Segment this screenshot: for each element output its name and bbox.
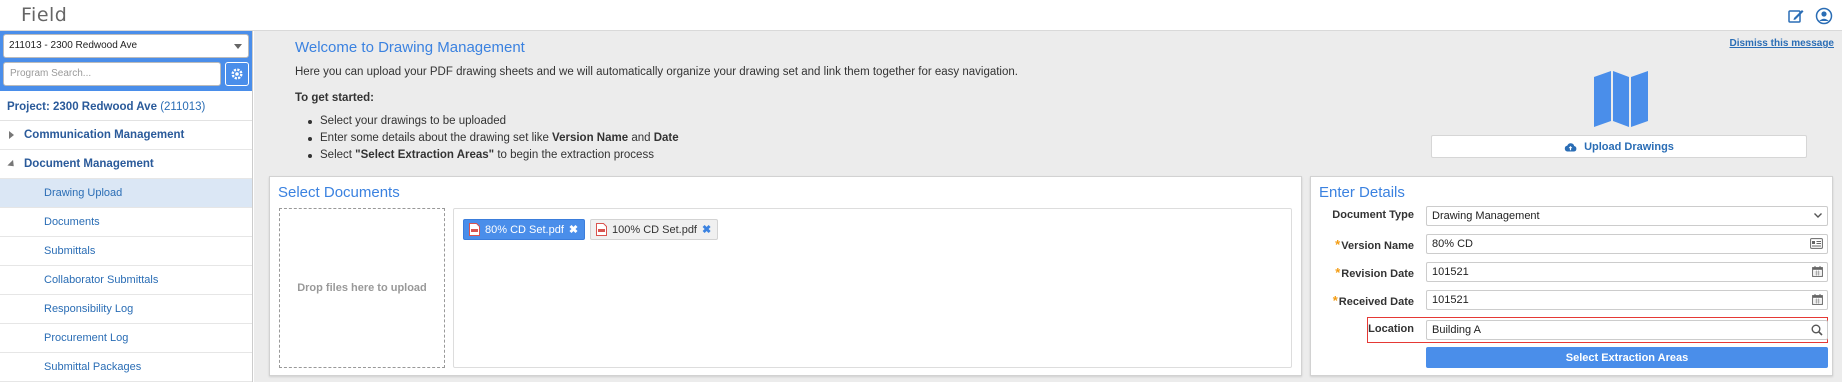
getting-started-heading: To get started:: [295, 92, 375, 104]
upload-drawings-button[interactable]: Upload Drawings: [1431, 135, 1807, 158]
step-bold: "Select Extraction Areas": [355, 149, 495, 161]
nav-section-communication[interactable]: Communication Management: [0, 121, 252, 150]
location-label: Location: [1368, 323, 1414, 335]
chevron-down-icon: [1814, 213, 1822, 218]
nav-section-label: Document Management: [24, 158, 154, 170]
document-type-value: Drawing Management: [1432, 210, 1540, 222]
cloud-upload-icon: [1564, 142, 1577, 151]
step-text: Select your drawings to be uploaded: [320, 115, 507, 127]
enter-details-title: Enter Details: [1319, 184, 1405, 201]
version-name-row: *Version Name 80% CD: [1319, 234, 1828, 254]
nav-section-label: Communication Management: [24, 129, 185, 141]
calendar-icon: [1812, 294, 1823, 305]
sidebar-header: 211013 - 2300 Redwood Ave Program Search…: [0, 31, 252, 91]
select-documents-title: Select Documents: [278, 184, 400, 201]
file-name: 80% CD Set.pdf: [485, 223, 564, 236]
version-name-input[interactable]: 80% CD: [1426, 234, 1828, 254]
sidebar-item-collaborator-submittals[interactable]: Collaborator Submittals: [0, 266, 252, 295]
collapse-icon: [7, 159, 17, 170]
enter-details-panel: Enter Details Document Type Drawing Mana…: [1310, 176, 1833, 376]
required-marker: *: [1335, 265, 1341, 280]
id-card-icon: [1810, 238, 1823, 249]
search-icon: [1811, 324, 1823, 336]
steps-list: Select your drawings to be uploaded Ente…: [308, 113, 679, 164]
received-date-label: *Received Date: [1333, 293, 1414, 308]
step-item: Enter some details about the drawing set…: [308, 130, 679, 147]
remove-file-icon[interactable]: ✖: [569, 223, 578, 236]
map-icon: [1592, 69, 1650, 132]
dropzone-label: Drop files here to upload: [297, 282, 427, 294]
version-name-label: *Version Name: [1335, 237, 1414, 252]
settings-button[interactable]: [225, 62, 249, 86]
version-name-label-text: Version Name: [1341, 240, 1414, 252]
revision-date-label: *Revision Date: [1335, 265, 1414, 280]
file-chip-80cd[interactable]: 80% CD Set.pdf ✖: [463, 219, 586, 240]
location-value: Building A: [1432, 324, 1481, 336]
file-name: 100% CD Set.pdf: [612, 223, 697, 236]
document-type-row: Document Type Drawing Management: [1319, 206, 1828, 226]
sidebar-item-submittals[interactable]: Submittals: [0, 237, 252, 266]
select-documents-panel: Select Documents Drop files here to uplo…: [269, 176, 1302, 376]
step-item: Select "Select Extraction Areas" to begi…: [308, 147, 679, 164]
sidebar-item-documents[interactable]: Documents: [0, 208, 252, 237]
main-content: Welcome to Drawing Management Dismiss th…: [254, 31, 1842, 382]
gear-icon: [231, 68, 243, 80]
step-text: Enter some details about the drawing set…: [320, 132, 553, 144]
document-type-label: Document Type: [1332, 209, 1414, 221]
step-bold: Version Name: [552, 132, 629, 144]
chevron-down-icon: [234, 44, 242, 49]
revision-date-label-text: Revision Date: [1341, 268, 1414, 280]
document-type-select[interactable]: Drawing Management: [1426, 206, 1828, 226]
revision-date-value: 101521: [1432, 266, 1469, 278]
step-item: Select your drawings to be uploaded: [308, 113, 679, 130]
dismiss-link[interactable]: Dismiss this message: [1730, 38, 1835, 49]
project-select[interactable]: 211013 - 2300 Redwood Ave: [3, 34, 249, 58]
remove-file-icon[interactable]: ✖: [702, 223, 711, 236]
location-row: Location Building A: [1319, 320, 1828, 340]
step-bold: Date: [653, 132, 679, 144]
required-marker: *: [1335, 237, 1341, 252]
app-title: Field: [21, 4, 68, 26]
upload-drawings-label: Upload Drawings: [1584, 140, 1674, 153]
step-text: Select: [320, 149, 356, 161]
step-text: and: [628, 132, 654, 144]
project-code: (211013): [160, 101, 206, 113]
project-select-value: 211013 - 2300 Redwood Ave: [9, 40, 138, 51]
file-chip-100cd[interactable]: 100% CD Set.pdf ✖: [590, 219, 719, 240]
edit-icon[interactable]: [1787, 7, 1805, 25]
sidebar-item-drawing-upload[interactable]: Drawing Upload: [0, 179, 252, 208]
received-date-input[interactable]: 101521: [1426, 290, 1828, 310]
welcome-title: Welcome to Drawing Management: [295, 39, 525, 56]
project-label: Project: 2300 Redwood Ave (211013): [0, 91, 252, 121]
location-input[interactable]: Building A: [1426, 320, 1828, 340]
nav-section-document[interactable]: Document Management: [0, 150, 252, 179]
select-extraction-areas-button[interactable]: Select Extraction Areas: [1426, 347, 1828, 368]
revision-date-input[interactable]: 101521: [1426, 262, 1828, 282]
received-date-label-text: Received Date: [1338, 296, 1414, 308]
top-bar: Field: [0, 0, 1842, 31]
revision-date-row: *Revision Date 101521: [1319, 262, 1828, 282]
required-marker: *: [1332, 293, 1338, 308]
welcome-intro: Here you can upload your PDF drawing she…: [295, 66, 1018, 78]
sidebar-item-responsibility-log[interactable]: Responsibility Log: [0, 295, 252, 324]
sidebar-item-procurement-log[interactable]: Procurement Log: [0, 324, 252, 353]
user-icon[interactable]: [1815, 7, 1833, 25]
project-name: Project: 2300 Redwood Ave: [7, 101, 157, 113]
expand-icon: [9, 131, 14, 139]
received-date-row: *Received Date 101521: [1319, 290, 1828, 310]
file-dropzone[interactable]: Drop files here to upload: [279, 208, 445, 368]
pdf-icon: [596, 223, 607, 236]
selected-files-area: 80% CD Set.pdf ✖ 100% CD Set.pdf ✖: [453, 208, 1292, 368]
received-date-value: 101521: [1432, 294, 1469, 306]
sidebar-item-submittal-packages[interactable]: Submittal Packages: [0, 353, 252, 382]
sidebar: 211013 - 2300 Redwood Ave Program Search…: [0, 31, 253, 382]
pdf-icon: [469, 223, 480, 236]
program-search-input[interactable]: Program Search...: [3, 62, 221, 86]
step-text: to begin the extraction process: [494, 149, 654, 161]
calendar-icon: [1812, 266, 1823, 277]
version-name-value: 80% CD: [1432, 238, 1473, 250]
